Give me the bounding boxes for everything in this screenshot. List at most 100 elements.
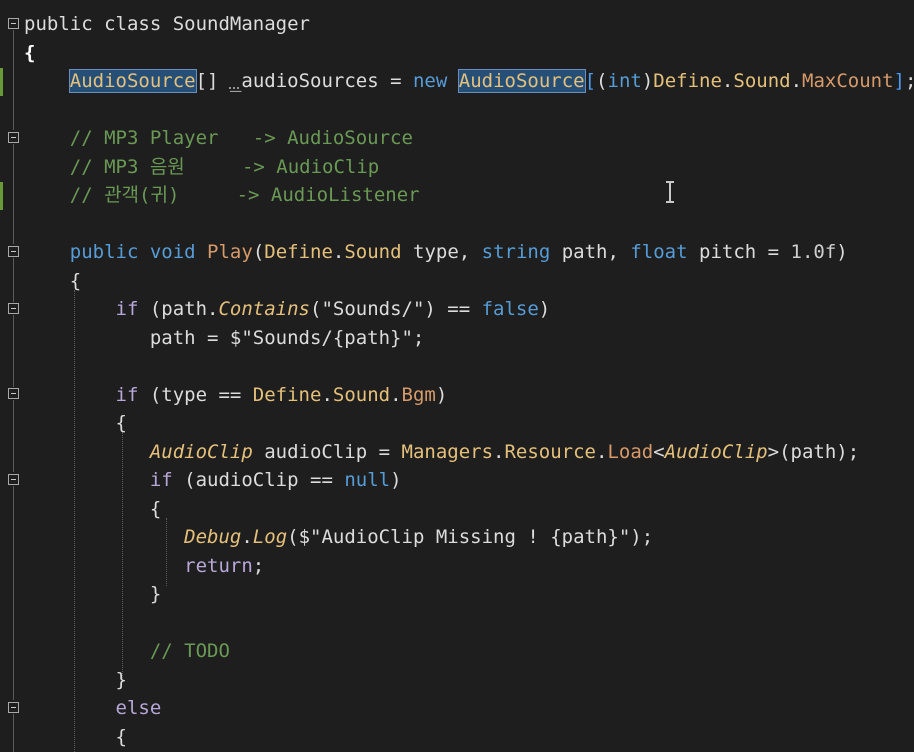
code-token: audioClip = [252,440,402,463]
code-editor[interactable]: public class SoundManager { AudioSource[]… [0,0,914,752]
code-token: // TODO [24,640,230,662]
code-token: if [115,298,150,320]
code-token: [ [584,70,597,92]
code-token: Debug [184,526,242,548]
code-token: string [481,241,562,263]
code-line[interactable]: public class SoundManager [24,10,310,38]
code-token: } [24,583,162,605]
code-token: Bgm [401,383,436,406]
code-token: . [332,241,345,263]
code-line[interactable]: Debug.Log($"AudioClip Missing ! {path}")… [24,523,653,551]
code-line[interactable]: { [24,409,127,437]
code-token: path, [561,241,631,263]
code-token: Load [607,440,654,463]
code-line[interactable]: // 관객(귀) -> AudioListener [24,181,420,209]
code-token: // 관객(귀) -> AudioListener [24,184,420,206]
code-line[interactable]: if (audioClip == null) [24,466,402,494]
code-token: // MP3 Player -> AudioSource [24,127,413,149]
code-token: null [344,469,391,491]
fold-toggle-icon[interactable] [8,132,19,143]
code-token: new [412,70,459,92]
code-token: path = $"Sounds/{path}"; [24,326,425,349]
code-token: . [241,526,253,548]
code-token: { [24,725,127,748]
code-token: else [115,697,162,719]
fold-toggle-icon[interactable] [8,388,19,399]
code-line[interactable]: return; [24,552,264,580]
code-line[interactable]: // TODO [24,637,230,665]
fold-toggle-icon[interactable] [8,18,19,29]
code-token: ) [836,241,848,263]
code-token: Define [252,383,322,406]
code-token: (audioClip == [184,469,345,491]
code-token: AudioSource [68,69,197,93]
code-line[interactable]: { [24,39,35,67]
fold-toggle-icon[interactable] [8,246,19,257]
code-token: ) [435,383,448,406]
code-line[interactable]: { [24,723,127,751]
code-token: ) [641,70,654,92]
code-token: } [24,668,127,691]
fold-line [13,315,14,387]
code-token: Sound [733,70,791,92]
code-token: Log [252,526,288,548]
code-token: (type == [149,383,253,406]
code-token: Resource [504,440,596,463]
code-line[interactable]: if (path.Contains("Sounds/") == false) [24,295,551,323]
code-line[interactable]: if (type == Define.Sound.Bgm) [24,381,448,409]
code-token: [] [195,70,230,92]
code-token: public void [69,241,208,263]
code-token: false [481,298,539,320]
change-marker [0,68,3,96]
code-token: int [607,70,642,92]
code-token: (path. [149,298,219,320]
code-token: public class SoundManager [24,13,310,35]
code-token: . [596,440,608,463]
code-token: Sound [332,383,391,406]
code-line[interactable]: AudioSource[] _audioSources = new AudioS… [24,67,914,95]
fold-line [13,144,14,244]
code-token: { [24,497,162,520]
code-token: . [321,383,333,406]
fold-toggle-icon[interactable] [8,303,19,314]
code-token: MaxCount [802,70,894,92]
code-line[interactable]: AudioClip audioClip = Managers.Resource.… [24,438,859,466]
code-line[interactable]: // MP3 음원 -> AudioClip [24,153,380,181]
code-token: Define [264,241,333,263]
code-token: pitch = [699,241,791,263]
code-token: { [24,412,127,434]
code-token: type, [413,241,482,263]
code-line[interactable]: public void Play(Define.Sound type, stri… [24,238,848,266]
code-token: { [24,41,36,64]
code-line[interactable]: { [24,495,161,523]
code-line[interactable]: { [24,267,81,295]
code-token: . [790,70,803,92]
code-line[interactable]: } [24,666,127,694]
code-line[interactable]: path = $"Sounds/{path}"; [24,324,425,352]
code-line[interactable]: else [24,694,162,722]
code-token: float [630,241,699,263]
code-token: < [653,440,665,463]
code-token: AudioClip [664,440,768,463]
fold-toggle-icon[interactable] [8,474,19,485]
code-token: ("Sounds/") == [310,298,482,320]
code-line[interactable]: } [24,580,161,608]
code-token: Sound [344,241,413,263]
code-line[interactable]: // MP3 Player -> AudioSource [24,124,413,152]
code-token: if [115,383,150,406]
fold-line [13,258,14,302]
fold-toggle-icon[interactable] [8,702,19,713]
code-token: . [721,70,734,92]
change-marker [0,182,3,210]
code-token: AudioClip [149,440,253,463]
code-token: ($"AudioClip Missing ! {path}"); [287,526,654,548]
fold-line [13,714,14,752]
